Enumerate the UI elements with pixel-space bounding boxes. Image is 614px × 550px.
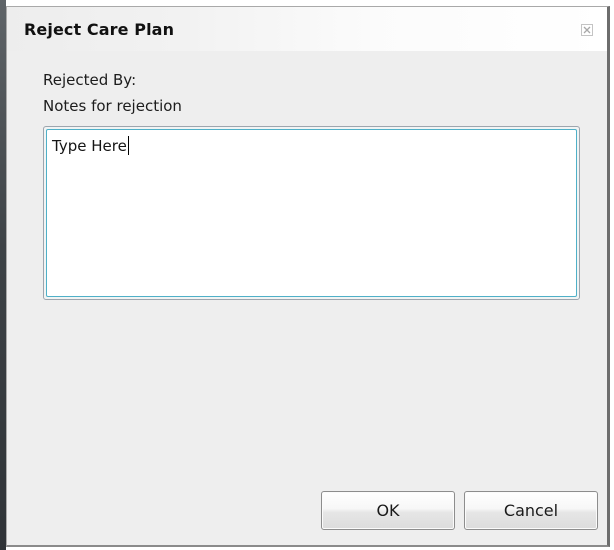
rejected-by-label: Rejected By: [43, 71, 137, 89]
text-caret [127, 136, 129, 155]
notes-textarea[interactable]: Type Here [43, 126, 580, 300]
notes-text-value[interactable]: Type Here [52, 136, 129, 155]
close-icon-glyph [581, 24, 593, 36]
notes-text-content: Type Here [52, 137, 127, 155]
dialog-body: Rejected By: Notes for rejection Type He… [7, 51, 607, 546]
cancel-button[interactable]: Cancel [464, 491, 598, 530]
notes-textarea-inner[interactable]: Type Here [46, 129, 577, 297]
dialog-title: Reject Care Plan [24, 20, 175, 39]
screen: Reject Care Plan Rejected By: Notes for … [0, 0, 614, 550]
ok-button[interactable]: OK [321, 491, 455, 530]
notes-label: Notes for rejection [43, 97, 182, 115]
reject-care-plan-dialog: Reject Care Plan Rejected By: Notes for … [6, 6, 610, 547]
close-icon[interactable] [581, 23, 593, 36]
dialog-title-bar[interactable]: Reject Care Plan [7, 7, 607, 51]
